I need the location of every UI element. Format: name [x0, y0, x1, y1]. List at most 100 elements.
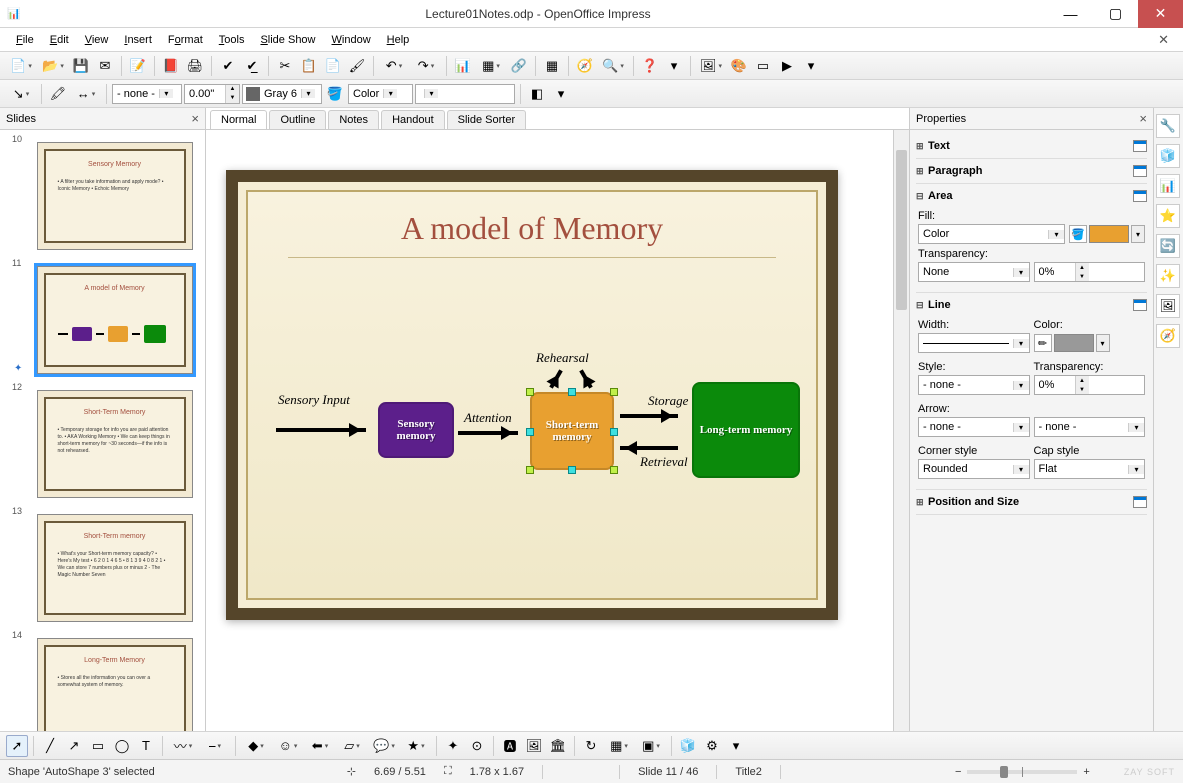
popout-icon[interactable] — [1133, 165, 1147, 177]
cap-style-select[interactable]: Flat▾ — [1034, 459, 1146, 479]
line-color-combo[interactable]: Gray 6▾ — [242, 84, 322, 104]
cut-button[interactable]: ✂ — [274, 55, 296, 77]
canvas[interactable]: A model of Memory Sensory Input Sensory … — [206, 130, 909, 758]
vertical-scrollbar[interactable] — [893, 130, 909, 742]
rectangle-tool[interactable]: ▭ — [87, 735, 109, 757]
fill-color-swatch[interactable]: 🪣▾ — [1069, 224, 1145, 244]
block-arrows-tool[interactable]: ⬅ — [305, 735, 335, 757]
text-tool[interactable]: T — [135, 735, 157, 757]
sidetab-animation[interactable]: 📊 — [1156, 174, 1180, 198]
fill-bucket-icon[interactable]: 🪣 — [324, 83, 346, 105]
menu-insert[interactable]: Insert — [116, 31, 160, 49]
fill-type-select[interactable]: Color▾ — [918, 224, 1065, 244]
zoom-button[interactable]: 🔍 — [598, 55, 628, 77]
hyperlink-button[interactable]: 🔗 — [508, 55, 530, 77]
popout-icon[interactable] — [1133, 496, 1147, 508]
navigator-button[interactable]: 🧭 — [574, 55, 596, 77]
open-button[interactable]: 📂 — [38, 55, 68, 77]
spellcheck-button[interactable]: ✔ — [217, 55, 239, 77]
transparency-mode-select[interactable]: None▾ — [918, 262, 1030, 282]
arrange-tool[interactable]: ▣ — [636, 735, 666, 757]
area-style-combo[interactable]: Color▾ — [348, 84, 413, 104]
select-tool[interactable]: ➚ — [6, 735, 28, 757]
align-tool[interactable]: ▦ — [604, 735, 634, 757]
tab-normal[interactable]: Normal — [210, 110, 267, 129]
export-pdf-button[interactable]: 📕 — [160, 55, 182, 77]
toolbar-overflow-3[interactable]: ▾ — [550, 83, 572, 105]
rotate-tool[interactable]: ↻ — [580, 735, 602, 757]
popout-icon[interactable] — [1133, 299, 1147, 311]
callout-tool[interactable]: 💬 — [369, 735, 399, 757]
presentation-button[interactable]: ▶ — [776, 55, 798, 77]
from-file-tool[interactable]: 🖼 — [523, 735, 545, 757]
tab-sorter[interactable]: Slide Sorter — [447, 110, 526, 129]
line-width-spinner[interactable]: 0.00"▲▼ — [184, 84, 240, 104]
slide-canvas[interactable]: A model of Memory Sensory Input Sensory … — [226, 170, 838, 620]
menu-edit[interactable]: Edit — [42, 31, 77, 49]
transparency-value-spinner[interactable]: 0%▲▼ — [1034, 262, 1146, 282]
shadow-button[interactable]: ◧ — [526, 83, 548, 105]
gallery-tool[interactable]: 🏛 — [547, 735, 569, 757]
line-color-swatch[interactable]: ✏▾ — [1034, 333, 1146, 353]
menu-window[interactable]: Window — [324, 31, 379, 49]
tab-notes[interactable]: Notes — [328, 110, 379, 129]
arrow-end-select[interactable]: - none -▾ — [1034, 417, 1146, 437]
properties-close[interactable]: × — [1139, 111, 1147, 126]
slide-button[interactable]: 🖼 — [696, 55, 726, 77]
save-button[interactable]: 💾 — [70, 55, 92, 77]
slides-list[interactable]: 10 Sensory Memory• A filter you take inf… — [0, 130, 205, 758]
slide-layout-button[interactable]: ▭ — [752, 55, 774, 77]
menu-view[interactable]: View — [77, 31, 117, 49]
popout-icon[interactable] — [1133, 140, 1147, 152]
grid-button[interactable]: ▦ — [541, 55, 563, 77]
minimize-button[interactable]: — — [1048, 0, 1093, 28]
help-button[interactable]: ❓ — [639, 55, 661, 77]
close-document-button[interactable]: ✕ — [1152, 30, 1175, 50]
sidetab-effects[interactable]: ✨ — [1156, 264, 1180, 288]
section-line[interactable]: ⊟Line — [916, 297, 1147, 313]
points-tool[interactable]: ✦ — [442, 735, 464, 757]
box-sensory[interactable]: Sensory memory — [378, 402, 454, 458]
ellipse-tool[interactable]: ◯ — [111, 735, 133, 757]
maximize-button[interactable]: ▢ — [1093, 0, 1138, 28]
toolbar-overflow-2[interactable]: ▾ — [800, 55, 822, 77]
stars-tool[interactable]: ★ — [401, 735, 431, 757]
slide-thumbnail[interactable]: 12 Short-Term Memory• Temporary storage … — [4, 382, 201, 506]
arrow-lines-button[interactable]: ↘ — [6, 83, 36, 105]
fontwork-tool[interactable]: 🅰 — [499, 735, 521, 757]
box-long-term[interactable]: Long-term memory — [692, 382, 800, 478]
line-tool[interactable]: ╱ — [39, 735, 61, 757]
line-transparency-spinner[interactable]: 0%▲▼ — [1034, 375, 1146, 395]
area-color-combo[interactable]: ▾ — [415, 84, 515, 104]
extrusion-tool[interactable]: 🧊 — [677, 735, 699, 757]
redo-button[interactable]: ↷ — [411, 55, 441, 77]
toolbar-overflow[interactable]: ▾ — [663, 55, 685, 77]
tab-outline[interactable]: Outline — [269, 110, 326, 129]
curve-tool[interactable]: 〰 — [168, 735, 198, 757]
popout-icon[interactable] — [1133, 190, 1147, 202]
section-text[interactable]: ⊞Text — [916, 138, 1147, 154]
slides-panel-close[interactable]: × — [191, 111, 199, 126]
arrow-start-select[interactable]: - none -▾ — [918, 417, 1030, 437]
print-button[interactable]: 🖨 — [184, 55, 206, 77]
format-paintbrush-button[interactable]: 🖌 — [346, 55, 368, 77]
close-button[interactable]: ✕ — [1138, 0, 1183, 28]
symbol-shapes-tool[interactable]: ☺ — [273, 735, 303, 757]
arrow-style-button[interactable]: ↔ — [71, 83, 101, 105]
tab-handout[interactable]: Handout — [381, 110, 445, 129]
connector-tool[interactable]: ⎯ — [200, 735, 230, 757]
highlight-icon[interactable]: 🖍 — [47, 83, 69, 105]
table-button[interactable]: ▦ — [476, 55, 506, 77]
line-style-select[interactable]: - none -▾ — [918, 375, 1030, 395]
interaction-tool[interactable]: ⚙ — [701, 735, 723, 757]
arrow-tool[interactable]: ↗ — [63, 735, 85, 757]
menu-tools[interactable]: Tools — [211, 31, 253, 49]
section-position[interactable]: ⊞Position and Size — [916, 494, 1147, 510]
corner-style-select[interactable]: Rounded▾ — [918, 459, 1030, 479]
zoom-control[interactable]: − + — [955, 766, 1106, 778]
menu-slideshow[interactable]: Slide Show — [252, 31, 323, 49]
slide-thumbnail[interactable]: 11 A model of Memory ✦ — [4, 258, 201, 382]
sidetab-navigator[interactable]: 🧭 — [1156, 324, 1180, 348]
autospell-button[interactable]: ✔̲ — [241, 55, 263, 77]
slide-thumbnail[interactable]: 13 Short-Term memory• What's your Short-… — [4, 506, 201, 630]
